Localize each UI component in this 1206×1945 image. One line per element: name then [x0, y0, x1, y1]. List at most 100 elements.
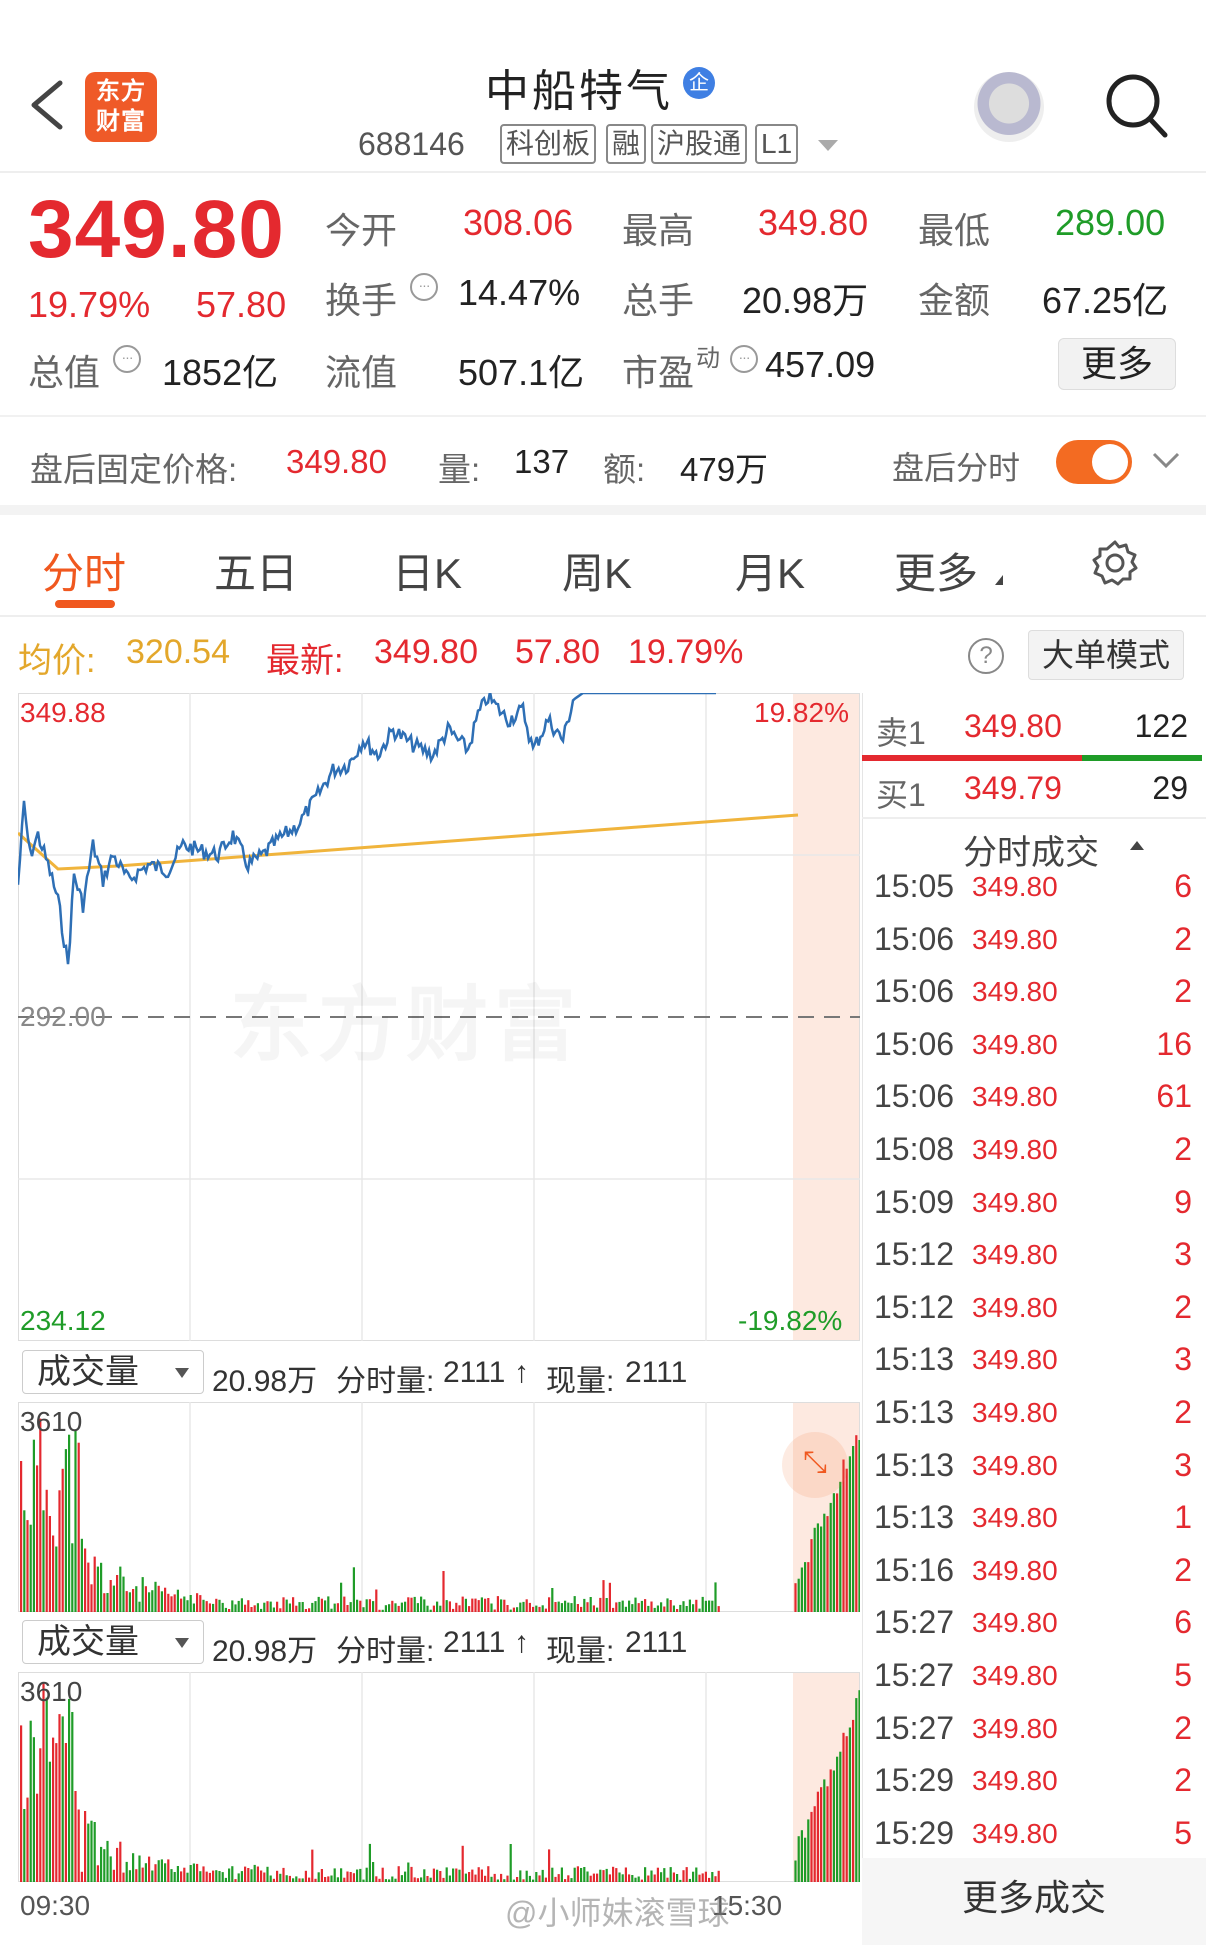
volume-bar	[573, 1867, 576, 1882]
open-label: 今开	[325, 210, 398, 251]
after-hours-vol-label: 量:	[438, 451, 481, 488]
volume-bar	[196, 1863, 199, 1882]
tab-monthly-k[interactable]: 月K	[735, 540, 805, 601]
volume-bar	[308, 1877, 311, 1882]
mktcap-info-icon[interactable]: ···	[113, 345, 141, 373]
volume-bar	[644, 1867, 647, 1882]
tick-time: 15:12	[874, 1288, 955, 1325]
more-quote-button[interactable]: 更多	[1058, 338, 1176, 390]
volume-bar	[522, 1601, 525, 1612]
segment-volume-arrow-2: ↑	[514, 1626, 529, 1659]
ticks-sort-caret-icon[interactable]	[1130, 841, 1144, 850]
volume-bar	[845, 1468, 848, 1612]
mktcap-label: 总值	[28, 352, 101, 393]
after-hours-amt-label: 额:	[603, 451, 646, 488]
volume-chart[interactable]	[18, 1402, 860, 1612]
volume-bar	[288, 1875, 291, 1882]
help-icon[interactable]: ?	[968, 638, 1004, 674]
volume-bar	[461, 1845, 464, 1882]
tab-more[interactable]: 更多	[894, 540, 978, 601]
volume-chart-2[interactable]	[18, 1672, 860, 1882]
pe-info-icon[interactable]: ···	[730, 345, 758, 373]
tick-volume: 16	[1156, 1025, 1192, 1062]
ticks-header[interactable]: 分时成交	[963, 825, 1099, 874]
tab-five-day[interactable]: 五日	[214, 540, 298, 601]
volume-bar	[711, 1872, 714, 1882]
volume-bar	[384, 1879, 387, 1882]
volume-bar	[660, 1602, 663, 1612]
dropdown-caret-icon[interactable]	[818, 140, 838, 151]
big-order-mode-button[interactable]: 大单模式	[1028, 630, 1184, 680]
volume-bar	[672, 1872, 675, 1882]
chevron-down-icon[interactable]	[1150, 446, 1182, 474]
volume-bar	[109, 1856, 112, 1882]
volume-bar	[45, 1489, 48, 1612]
tick-row: 15:27 349.80 6	[862, 1604, 1206, 1657]
volume-bar	[330, 1608, 333, 1612]
tag-level: L1	[755, 124, 799, 164]
volume-bar	[256, 1603, 259, 1612]
weibo-watermark: @小师妹滚雪球	[505, 1895, 730, 1931]
volume-bar	[560, 1603, 563, 1612]
volume-bar	[554, 1876, 557, 1882]
volume-bar	[650, 1870, 653, 1882]
back-arrow-icon[interactable]	[22, 75, 72, 135]
assistant-robot-icon[interactable]	[974, 72, 1044, 142]
volume-bar	[215, 1598, 218, 1612]
volume-bar	[653, 1607, 656, 1612]
volume-bar	[800, 1567, 803, 1612]
gear-icon[interactable]	[1090, 538, 1140, 588]
volume-bar	[426, 1605, 429, 1612]
volume-bar	[410, 1866, 413, 1882]
volume-bar	[151, 1870, 154, 1882]
volume-bar	[192, 1603, 195, 1612]
ask1-price: 349.80	[964, 708, 1062, 744]
tick-price: 349.80	[972, 1397, 1058, 1428]
volume-bar	[423, 1599, 426, 1612]
search-icon[interactable]	[1103, 70, 1169, 140]
volume-bar	[423, 1869, 426, 1882]
volume-bar	[336, 1877, 339, 1882]
tab-intraday[interactable]: 分时	[42, 540, 126, 601]
volume-bar	[340, 1868, 343, 1882]
volume-bar	[698, 1874, 701, 1882]
volume-bar	[397, 1866, 400, 1882]
volume-bar	[282, 1867, 285, 1882]
eastmoney-logo[interactable]: 东方 财富	[85, 72, 157, 142]
volume-indicator-select-2[interactable]: 成交量	[22, 1620, 204, 1664]
volume-bar	[490, 1876, 493, 1882]
volume-bar	[388, 1879, 391, 1882]
volume-bar	[407, 1862, 410, 1882]
volume-bar	[304, 1870, 307, 1882]
volume-bar	[109, 1580, 112, 1612]
expand-icon[interactable]: ⤡	[782, 1432, 848, 1498]
volume-bar	[77, 1809, 80, 1882]
tab-daily-k[interactable]: 日K	[392, 540, 462, 601]
more-trades-button[interactable]: 更多成交	[862, 1858, 1206, 1945]
tick-volume: 61	[1156, 1078, 1192, 1115]
volume-bar	[829, 1502, 832, 1612]
tab-weekly-k[interactable]: 周K	[562, 540, 632, 601]
turnover-info-icon[interactable]: ···	[410, 273, 438, 301]
volume-bar	[548, 1597, 551, 1612]
tick-price: 349.80	[972, 976, 1058, 1008]
volume-bar	[442, 1571, 445, 1612]
volume-bar	[567, 1875, 570, 1882]
volume-indicator-select[interactable]: 成交量	[22, 1350, 204, 1394]
after-hours-toggle[interactable]	[1056, 440, 1132, 484]
volume-bar	[298, 1878, 301, 1882]
tick-price: 349.80	[972, 1291, 1058, 1323]
volume-bar	[404, 1871, 407, 1882]
volume-bar	[583, 1598, 586, 1612]
volume-bar	[26, 1797, 29, 1882]
volume-bar	[189, 1865, 192, 1882]
tick-row: 15:13 349.80 3	[862, 1341, 1206, 1394]
low-label: 最低	[918, 210, 991, 251]
volume-bar	[141, 1867, 144, 1882]
volume-bar	[231, 1600, 234, 1612]
volume-bar	[842, 1732, 845, 1882]
volume-bar	[816, 1523, 819, 1612]
volume-bar	[90, 1820, 93, 1882]
tick-time: 15:05	[874, 868, 955, 904]
volume-bar	[688, 1878, 691, 1882]
